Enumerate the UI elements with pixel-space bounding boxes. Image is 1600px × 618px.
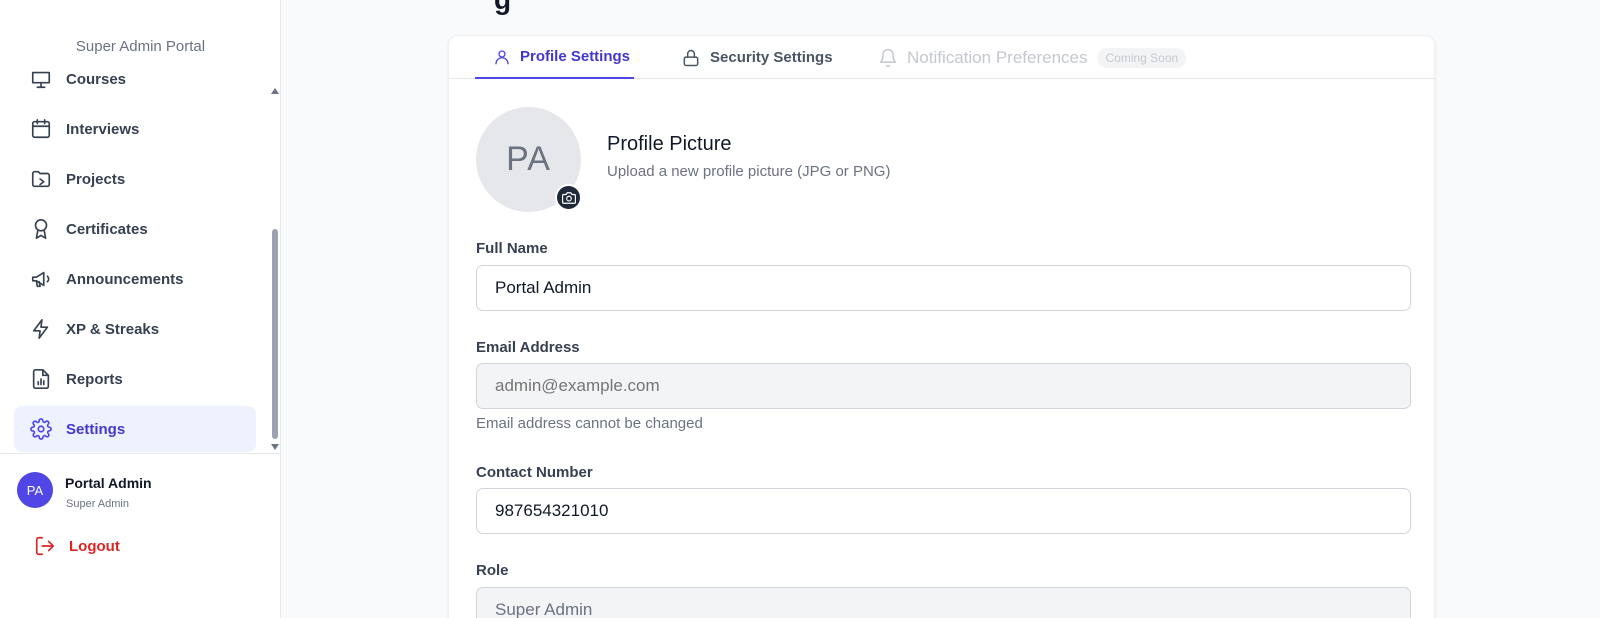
role-input[interactable] [476, 587, 1411, 618]
profile-picture-title: Profile Picture [607, 133, 732, 155]
sidebar-item-label: Interviews [66, 120, 140, 138]
camera-icon [561, 191, 576, 204]
email-hint: Email address cannot be changed [476, 415, 703, 432]
full-name-input[interactable] [476, 265, 1411, 311]
courses-icon [29, 67, 53, 91]
sidebar-item-settings[interactable]: Settings [14, 406, 256, 452]
settings-tabs: Profile Settings Security Settings Notif… [449, 36, 1436, 79]
avatar: PA [17, 472, 53, 508]
email-label: Email Address [476, 339, 580, 356]
full-name-label: Full Name [476, 240, 548, 257]
role-label: Role [476, 562, 509, 579]
sidebar-item-reports[interactable]: Reports [14, 356, 256, 402]
tab-security-settings[interactable]: Security Settings [681, 36, 833, 79]
lightning-icon [29, 317, 53, 341]
sidebar-item-label: Reports [66, 370, 123, 388]
sidebar-item-label: Settings [66, 420, 126, 438]
contact-number-input[interactable] [476, 488, 1411, 534]
sidebar-item-announcements[interactable]: Announcements [14, 256, 256, 302]
email-input[interactable] [476, 363, 1411, 409]
scroll-down-arrow-icon[interactable] [271, 444, 279, 450]
sidebar-item-certificates[interactable]: Certificates [14, 206, 256, 252]
report-icon [29, 367, 53, 391]
scrollbar-thumb[interactable] [272, 229, 278, 439]
sidebar-item-interviews[interactable]: Interviews [14, 106, 256, 152]
sidebar-item-xp-streaks[interactable]: XP & Streaks [14, 306, 256, 352]
user-icon [495, 49, 509, 64]
portal-title: Super Admin Portal [75, 38, 206, 55]
sidebar-item-courses[interactable]: Courses [14, 66, 256, 102]
award-icon [29, 217, 53, 241]
logout-icon [35, 536, 55, 556]
bell-icon [879, 48, 897, 67]
sidebar-divider [0, 453, 281, 454]
sidebar-item-label: Courses [66, 70, 127, 88]
sidebar-item-label: XP & Streaks [66, 320, 160, 338]
scroll-up-arrow-icon[interactable] [271, 88, 279, 94]
tab-label: Security Settings [710, 49, 833, 66]
gear-icon [29, 417, 53, 441]
sidebar-item-label: Projects [66, 170, 126, 188]
tab-notification-preferences: Notification Preferences Coming Soon [878, 36, 1187, 79]
tab-label: Notification Preferences [907, 47, 1088, 67]
coming-soon-badge: Coming Soon [1097, 47, 1187, 68]
sidebar-item-label: Certificates [66, 220, 148, 238]
folder-icon [29, 167, 53, 191]
upload-photo-button[interactable] [555, 184, 582, 211]
sidebar-item-projects[interactable]: Projects [14, 156, 256, 202]
calendar-icon [29, 117, 53, 141]
tab-profile-settings[interactable]: Profile Settings [475, 36, 635, 79]
contact-number-label: Contact Number [476, 464, 593, 481]
megaphone-icon [29, 267, 53, 291]
user-name: Portal Admin [65, 475, 152, 491]
sidebar-nav: Courses Interviews Projects Certificates… [0, 66, 281, 452]
sidebar-scrollbar[interactable] [270, 84, 280, 454]
logout-label: Logout [69, 537, 120, 555]
sidebar-item-label: Announcements [66, 270, 184, 288]
sidebar: Super Admin Portal Courses Interviews Pr… [0, 0, 281, 618]
lock-icon [683, 49, 699, 66]
user-role: Super Admin [66, 498, 129, 510]
settings-card: Profile Settings Security Settings Notif… [448, 35, 1436, 618]
user-profile: PA Portal Admin Super Admin [17, 472, 152, 510]
profile-picture-subtitle: Upload a new profile picture (JPG or PNG… [607, 163, 891, 180]
tab-label: Profile Settings [520, 48, 631, 65]
page-title-clipped: g [494, 0, 511, 16]
logout-button[interactable]: Logout [34, 535, 120, 557]
